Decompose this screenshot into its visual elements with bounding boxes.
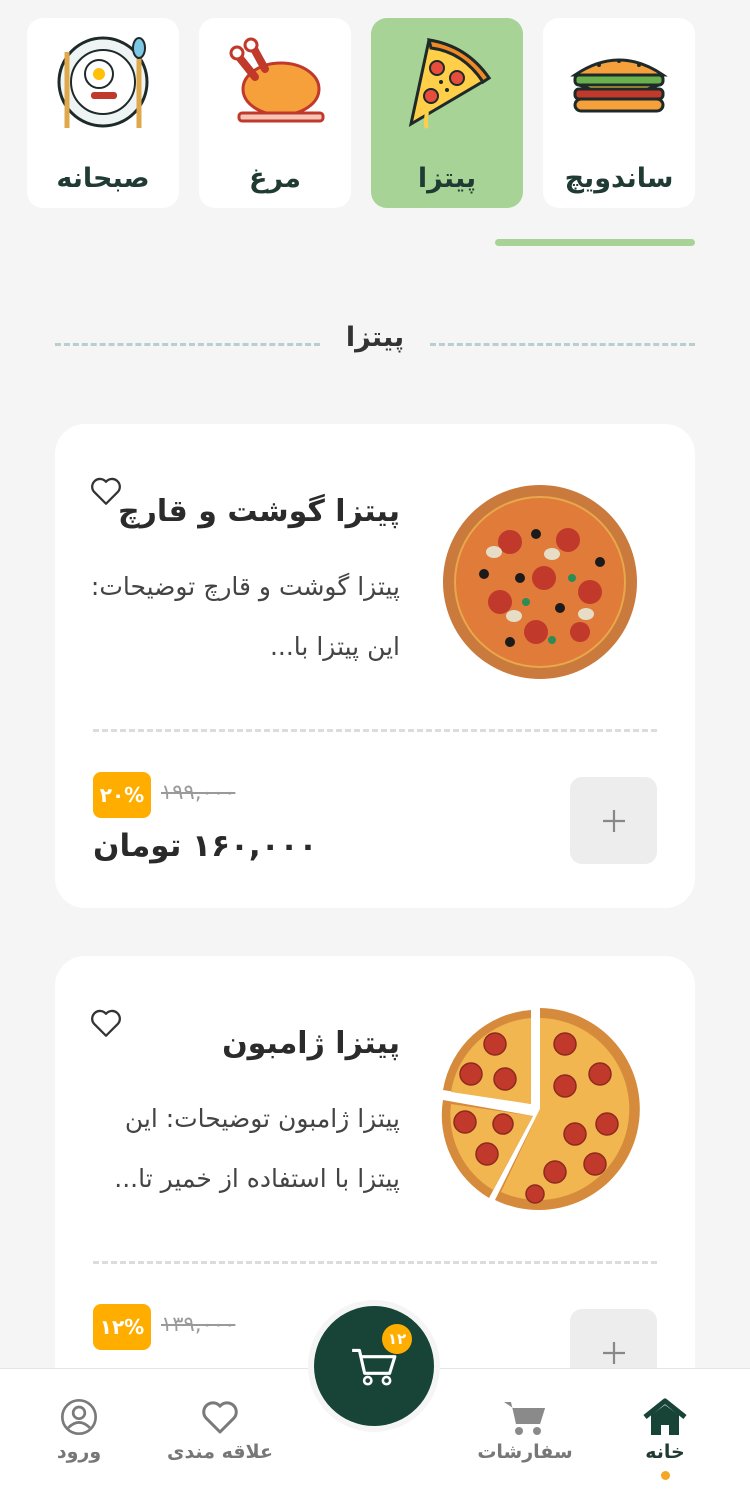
nav-orders[interactable]: سفارشات — [460, 1397, 590, 1463]
nav-label: علاقه مندی — [167, 1441, 273, 1463]
category-label: پیتزا — [417, 163, 477, 194]
nav-favorites[interactable]: علاقه مندی — [155, 1397, 285, 1463]
discount-badge: ۲۰% — [93, 772, 151, 818]
divider — [93, 1261, 657, 1264]
user-icon — [61, 1399, 97, 1435]
plus-icon — [602, 1341, 625, 1364]
cart-icon — [504, 1402, 545, 1435]
category-breakfast[interactable]: صبحانه — [27, 18, 179, 208]
cart-count-badge: ۱۲ — [382, 1324, 412, 1354]
sandwich-icon — [543, 32, 695, 132]
breakfast-icon — [27, 32, 179, 132]
product-description: پیتزا گوشت و قارچ توضیحات: این پیتزا با.… — [90, 572, 400, 661]
category-chicken[interactable]: مرغ — [199, 18, 351, 208]
old-price: ۱۳۹,۰۰۰ — [161, 1312, 236, 1336]
heart-icon — [202, 1401, 238, 1434]
pizza-icon — [371, 32, 523, 132]
section-title: پیتزا — [345, 322, 405, 353]
active-dot — [660, 1471, 670, 1480]
category-scroll-indicator — [495, 239, 695, 246]
category-label: صبحانه — [56, 163, 150, 194]
nav-home[interactable]: خانه — [600, 1397, 730, 1480]
nav-label: ورود — [56, 1441, 102, 1463]
discount-badge: ۱۲% — [93, 1304, 151, 1350]
category-pizza[interactable]: پیتزا — [371, 18, 523, 208]
old-price: ۱۹۹,۰۰۰ — [161, 780, 236, 804]
price: ۱۶۰,۰۰۰ تومان — [93, 828, 318, 864]
product-name: پیتزا گوشت و قارچ — [118, 494, 400, 529]
pizza-image — [440, 482, 640, 682]
plus-icon — [602, 809, 625, 832]
nav-label: سفارشات — [477, 1441, 573, 1463]
chicken-icon — [199, 32, 351, 132]
category-label: ساندویچ — [564, 163, 674, 194]
product-name: پیتزا ژامبون — [222, 1026, 400, 1061]
product-description: پیتزا ژامبون توضیحات: این پیتزا با استفا… — [114, 1104, 400, 1193]
pizza-image — [435, 1004, 645, 1214]
category-sandwich[interactable]: ساندویچ — [543, 18, 695, 208]
cart-button[interactable]: ۱۲ — [314, 1306, 434, 1426]
add-button[interactable] — [570, 777, 657, 864]
heart-icon[interactable] — [89, 1006, 123, 1040]
divider — [93, 729, 657, 732]
nav-login[interactable]: ورود — [14, 1397, 144, 1463]
nav-label: خانه — [645, 1441, 685, 1463]
home-icon — [643, 1398, 687, 1435]
product-card[interactable]: پیتزا گوشت و قارچ پیتزا گوشت و قارچ توضی… — [55, 424, 695, 908]
category-scroller[interactable]: ساندویچ پیتزا مرغ صبحانه — [27, 18, 695, 208]
category-label: مرغ — [249, 163, 301, 194]
